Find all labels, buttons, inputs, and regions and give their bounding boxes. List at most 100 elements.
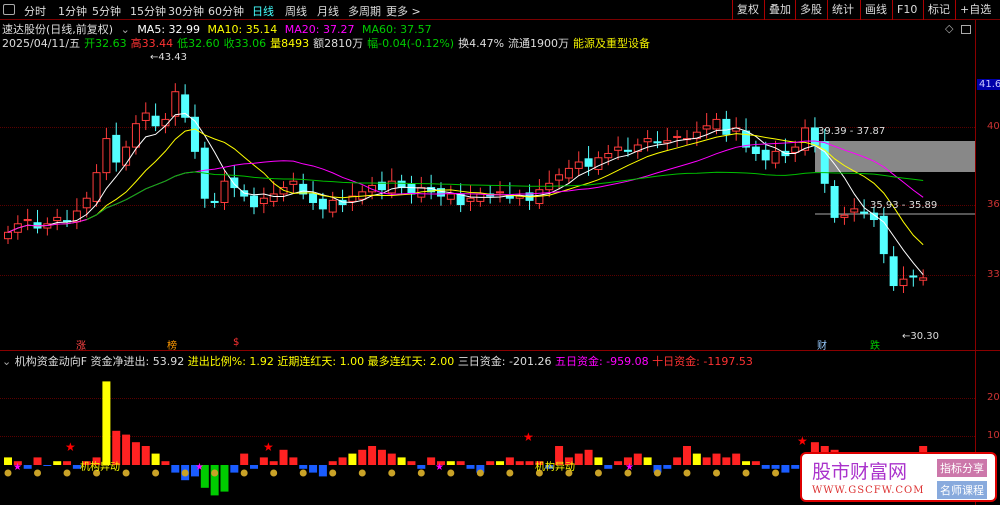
candle[interactable] [417,176,426,203]
indicator-bar [446,461,455,465]
recent-red-days: 近期连红天: 1.00 [277,355,365,368]
candle[interactable] [82,191,91,218]
tag-rank[interactable]: 榜 [167,337,177,352]
candle[interactable] [190,104,199,159]
money-bag-icon [653,469,661,477]
candle[interactable] [751,140,760,161]
money-bag-icon [211,469,219,477]
tag-finance[interactable]: 财 [817,337,827,352]
indicator-bar [732,453,741,465]
candle[interactable] [23,208,32,231]
candle[interactable] [427,174,436,200]
candle[interactable] [259,187,268,214]
indicator-bar [299,465,308,469]
indicator-bar [712,453,721,465]
candle[interactable] [742,118,751,153]
inst-move-label: 机构异动 [80,462,120,473]
candle[interactable] [466,185,475,211]
indicator-bar [781,465,790,473]
ma60-line [86,171,924,220]
candle[interactable] [830,180,839,223]
indicator-bar [63,461,72,465]
star-icon: ★ [797,434,808,448]
candle[interactable] [535,179,544,209]
indicator-bar [692,453,701,465]
candle[interactable] [397,174,406,196]
candle[interactable] [141,102,150,131]
candle[interactable] [781,138,790,164]
candle[interactable] [63,209,72,227]
candle[interactable] [358,185,367,205]
indicator-legend: ⌄ 机构资金动向F 资金净进出: 53.92 进出比例%: 1.92 近期连红天… [2,353,753,369]
indicator-bar [584,449,593,465]
ten-day-funds: 十日资金: -1197.53 [652,355,753,368]
candle[interactable] [407,175,416,204]
candle[interactable] [299,173,308,200]
candle[interactable] [102,127,111,181]
candle[interactable] [840,206,849,225]
candle[interactable] [53,208,62,231]
indicator-bar [505,457,514,465]
candle[interactable] [181,84,190,123]
tag-dollar[interactable]: $ [233,337,239,348]
candle[interactable] [682,130,691,145]
candle[interactable] [820,128,829,193]
candle[interactable] [4,225,12,245]
candle[interactable] [328,191,337,218]
money-bag-icon [388,469,396,477]
candle[interactable] [171,83,180,126]
candle[interactable] [771,140,780,169]
courses-button[interactable]: 名师课程 [937,481,987,499]
candle[interactable] [72,198,81,230]
candle[interactable] [318,192,327,219]
candle[interactable] [515,189,524,206]
money-bag-icon [270,469,278,477]
candle[interactable] [210,192,219,208]
candle[interactable] [122,140,131,171]
share-indicator-button[interactable]: 指标分享 [937,459,987,477]
candle[interactable] [564,159,573,184]
candle[interactable] [574,151,583,176]
candle[interactable] [761,141,770,170]
candle[interactable] [889,246,898,291]
candle[interactable] [43,217,52,236]
candle[interactable] [850,198,859,222]
candle[interactable] [879,207,888,264]
candle[interactable] [673,130,682,148]
indicator-bar [318,465,327,477]
indicator-name[interactable]: 机构资金动向F [15,355,87,368]
candle[interactable] [33,209,42,234]
indicator-bar [43,465,52,466]
candle[interactable] [151,103,160,132]
money-bag-icon [181,469,189,477]
candle[interactable] [594,151,603,175]
indicator-bar [751,461,760,465]
candle[interactable] [791,140,800,163]
candle[interactable] [309,181,318,210]
indicator-bar [259,457,268,465]
candle[interactable] [220,170,229,210]
candle[interactable] [722,110,731,142]
indicator-bar [348,453,357,465]
indicator-bar [141,446,150,465]
money-bag-icon [772,469,780,477]
candle[interactable] [633,138,642,159]
dropdown-icon[interactable]: ⌄ [2,355,11,368]
indicator-bar [53,461,62,465]
kline-chart[interactable]: ★ ★ ★ ★ ★ ★ ★ ★ [0,0,975,505]
candle[interactable] [909,269,918,287]
indicator-bar [594,457,603,465]
candle[interactable] [446,185,455,205]
candle[interactable] [496,181,505,203]
candle[interactable] [663,127,672,151]
tag-rise[interactable]: 涨 [76,337,86,352]
candle[interactable] [200,141,209,208]
candle[interactable] [112,122,121,172]
candle[interactable] [289,172,298,194]
five-day-funds: 五日资金: -959.08 [554,355,649,368]
tag-fall[interactable]: 跌 [870,337,880,352]
candle[interactable] [456,183,465,213]
candle[interactable] [899,266,908,294]
box-range-label: 39.39 - 37.87 [818,126,886,137]
candle[interactable] [250,187,259,215]
